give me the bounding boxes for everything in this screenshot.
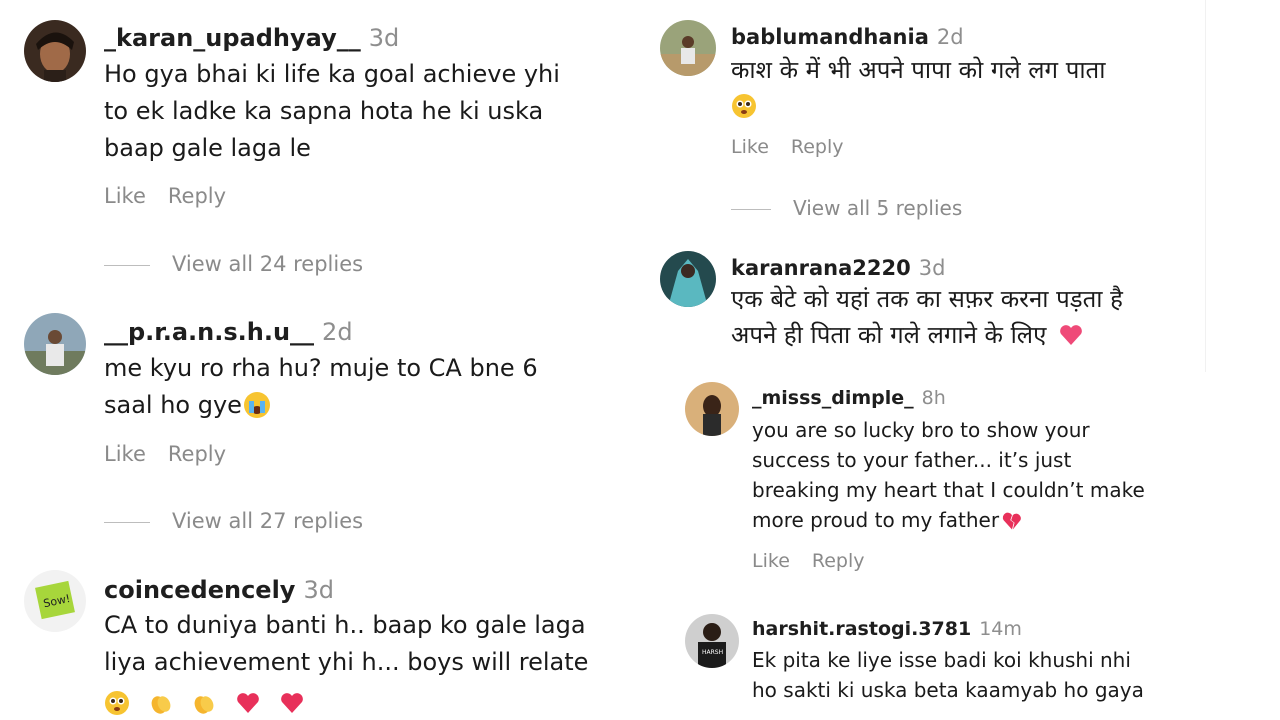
timestamp: 3d (918, 256, 946, 280)
username[interactable]: karanrana2220 (731, 256, 911, 280)
red-heart-icon (279, 690, 305, 716)
red-heart-icon (235, 690, 261, 716)
username[interactable]: coincedencely (104, 576, 295, 604)
comment-item: Sow! coincedencely 3d CA to duniya banti … (0, 0, 640, 720)
pink-heart-icon (1058, 322, 1084, 348)
comment-line: अपने ही पिता को गले लगाने के लिए (731, 321, 1047, 349)
comment-line: एक बेटे को यहां तक का सफ़र करना पड़ता है (731, 285, 1123, 313)
comments-screenshot: _karan_upadhyay__ 3d Ho gya bhai ki life … (0, 0, 1280, 720)
panel-edge (1205, 0, 1280, 372)
comment-line: CA to duniya banti h.. baap ko gale laga (104, 611, 586, 639)
avatar[interactable]: HARSH (685, 614, 739, 668)
username[interactable]: harshit.rastogi.3781 (752, 618, 971, 640)
comment-item: karanrana2220 3d एक बेटे को यहां तक का सफ… (640, 0, 1205, 372)
comment-text: Ek pita ke liye isse badi koi khushi nhi… (752, 645, 1192, 705)
comment-line: ho sakti ki uska beta kaamyab ho gaya (752, 678, 1144, 702)
comment-line: Ek pita ke liye isse badi koi khushi nhi (752, 648, 1131, 672)
clapping-hands-icon (148, 690, 174, 716)
comment-text: CA to duniya banti h.. baap ko gale laga… (104, 607, 634, 720)
svg-text:HARSH: HARSH (702, 649, 723, 656)
timestamp: 3d (303, 576, 334, 604)
right-comment-column: bablumandhania 2d काश के में भी अपने पापा… (640, 0, 1205, 372)
comment-line: liya achievement yhi h... boys will rela… (104, 648, 589, 676)
avatar[interactable]: Sow! (24, 570, 86, 632)
pleading-face-icon (104, 690, 130, 716)
emoji-row (104, 681, 634, 720)
left-comment-column: _karan_upadhyay__ 3d Ho gya bhai ki life … (0, 0, 640, 720)
avatar[interactable] (660, 251, 716, 307)
comment-text: एक बेटे को यहां तक का सफ़र करना पड़ता है… (731, 281, 1201, 353)
clapping-hands-icon (191, 690, 217, 716)
timestamp: 14m (979, 618, 1022, 640)
reply-item: HARSH harshit.rastogi.3781 14m Ek pita ke… (672, 372, 1200, 720)
reply-panel: _misss_dimple_ 8h you are so lucky bro to… (672, 372, 1200, 720)
